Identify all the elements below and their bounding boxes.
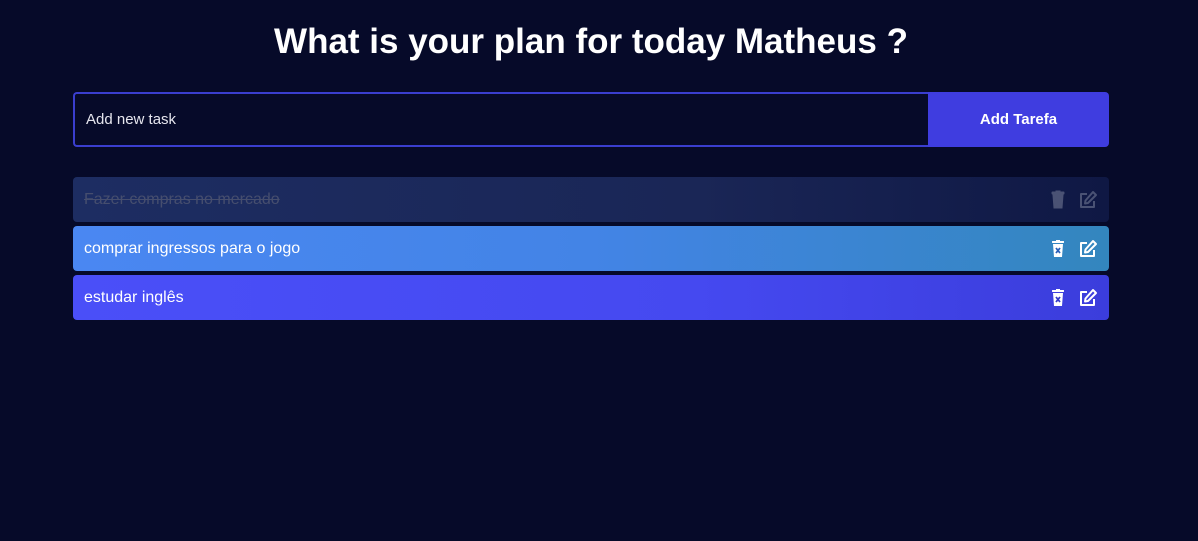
edit-icon[interactable] [1078,190,1098,210]
edit-icon[interactable] [1078,239,1098,259]
task-text[interactable]: comprar ingressos para o jogo [84,240,1048,258]
task-item[interactable]: comprar ingressos para o jogo [73,226,1109,271]
trash-icon[interactable] [1048,239,1068,259]
task-list: Fazer compras no mercado comprar ingress… [73,177,1109,324]
task-text[interactable]: Fazer compras no mercado [84,191,1048,209]
add-task-form: Add Tarefa [73,92,1109,147]
task-text[interactable]: estudar inglês [84,289,1048,307]
task-item[interactable]: Fazer compras no mercado [73,177,1109,222]
add-task-button[interactable]: Add Tarefa [928,92,1109,147]
task-actions [1048,239,1098,259]
page-title: What is your plan for today Matheus ? [274,22,908,61]
task-actions [1048,288,1098,308]
task-item[interactable]: estudar inglês [73,275,1109,320]
edit-icon[interactable] [1078,288,1098,308]
task-actions [1048,190,1098,210]
trash-icon[interactable] [1048,190,1068,210]
task-input[interactable] [73,92,928,147]
trash-icon[interactable] [1048,288,1068,308]
